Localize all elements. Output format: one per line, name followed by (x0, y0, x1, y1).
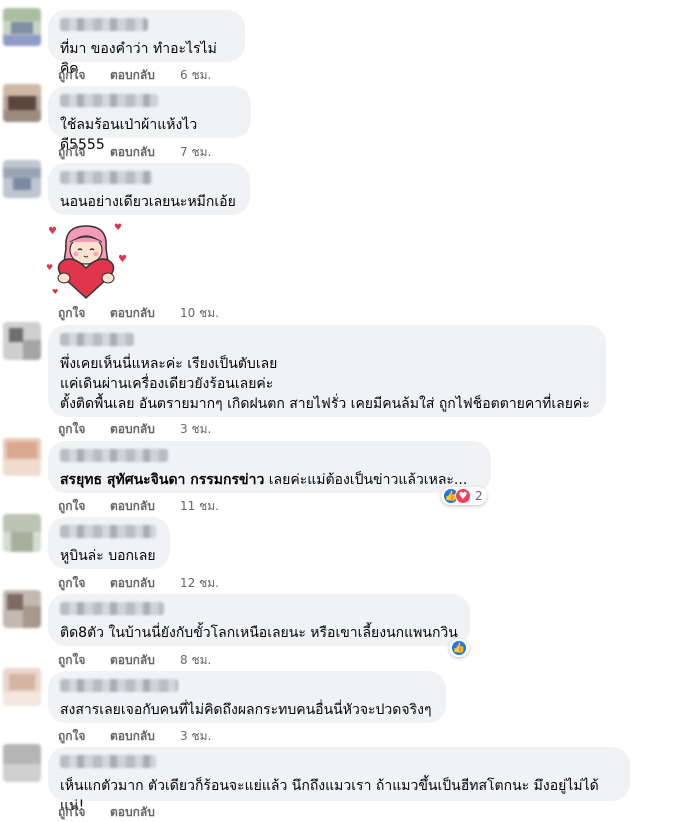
comment-bubble: หูบินล่ะ บอกเลย (48, 517, 170, 569)
timestamp[interactable]: 11 ชม. (180, 497, 219, 516)
girl-holding-heart-sticker: ♥ ♥ ♥ ♥ ♥ (46, 223, 127, 300)
avatar[interactable] (3, 160, 41, 198)
comment-body: เลยค่ะแม่ต้องเป็นข่าวแล้วเหละ... (268, 472, 468, 488)
comment-bubble: เห็นแกตัวมาก ตัวเดียวก็ร้อนจะแย่แล้ว นึก… (48, 747, 630, 814)
like-button[interactable]: ถูกใจ (58, 66, 110, 85)
svg-text:♥: ♥ (46, 263, 53, 272)
author-name-blurred[interactable] (60, 94, 158, 107)
svg-text:♥: ♥ (114, 223, 122, 233)
like-button[interactable]: ถูกใจ (58, 304, 110, 323)
comment-text: สรยุทธ สุทัศนะจินดา กรรมกรข่าว เลยค่ะแม่… (60, 470, 479, 490)
avatar[interactable] (3, 438, 41, 476)
timestamp[interactable]: 8 ชม. (180, 651, 211, 670)
reply-button[interactable]: ตอบกลับ (110, 574, 180, 593)
comment-bubble: สรยุทธ สุทัศนะจินดา กรรมกรข่าว เลยค่ะแม่… (48, 441, 491, 493)
comment-actions: ถูกใจ ตอบกลับ (58, 803, 180, 822)
svg-text:♥: ♥ (52, 288, 58, 296)
comment-bubble: สงสารเลยเจอกับคนที่ไม่คิดถึงผลกระทบคนอื่… (48, 671, 446, 723)
reaction-summary[interactable]: 👍 ♥ 2 (441, 487, 487, 505)
reply-button[interactable]: ตอบกลับ (110, 143, 180, 162)
comment-actions: ถูกใจ ตอบกลับ 12 ชม. (58, 574, 219, 593)
author-name-blurred[interactable] (60, 679, 178, 692)
timestamp[interactable]: 3 ชม. (180, 727, 211, 746)
author-name-blurred[interactable] (60, 755, 156, 768)
reply-button[interactable]: ตอบกลับ (110, 651, 180, 670)
avatar[interactable] (3, 590, 41, 628)
like-button[interactable]: ถูกใจ (58, 651, 110, 670)
tagged-author[interactable]: สรยุทธ สุทัศนะจินดา กรรมกรข่าว (60, 472, 264, 488)
timestamp[interactable]: 12 ชม. (180, 574, 219, 593)
like-button[interactable]: ถูกใจ (58, 803, 110, 822)
author-name-blurred[interactable] (60, 449, 168, 462)
avatar[interactable] (3, 744, 41, 782)
reply-button[interactable]: ตอบกลับ (110, 66, 180, 85)
reply-button[interactable]: ตอบกลับ (110, 304, 180, 323)
comment-bubble: ที่มา ของคำว่า ทำอะไรไม่คิด (48, 10, 245, 77)
timestamp[interactable]: 7 ชม. (180, 143, 211, 162)
avatar[interactable] (3, 668, 41, 706)
comment-bubble: ใช้ลมร้อนเป่าผ้าแห้งไวดี5555 (48, 86, 251, 153)
like-button[interactable]: ถูกใจ (58, 574, 110, 593)
like-button[interactable]: ถูกใจ (58, 727, 110, 746)
reply-button[interactable]: ตอบกลับ (110, 803, 180, 822)
reaction-count: 2 (475, 489, 483, 503)
like-button[interactable]: ถูกใจ (58, 497, 110, 516)
comment-bubble: พึ่งเคยเห็นนี่แหละค่ะ เรียงเป็นตับเลย แค… (48, 325, 606, 417)
comment-text: นอนอย่างเดียวเลยนะหมีกเอ้ย (60, 194, 236, 210)
comment-actions: ถูกใจ ตอบกลับ 3 ชม. (58, 727, 211, 746)
like-button[interactable]: ถูกใจ (58, 420, 110, 439)
reply-button[interactable]: ตอบกลับ (110, 727, 180, 746)
love-reaction-icon: ♥ (455, 488, 471, 504)
timestamp[interactable]: 10 ชม. (180, 304, 219, 323)
comment-actions: ถูกใจ ตอบกลับ 7 ชม. (58, 143, 211, 162)
author-name-blurred[interactable] (60, 171, 152, 184)
like-button[interactable]: ถูกใจ (58, 143, 110, 162)
comment-actions: ถูกใจ ตอบกลับ 8 ชม. (58, 651, 211, 670)
timestamp[interactable]: 6 ชม. (180, 66, 211, 85)
comment-text: ติด8ตัว ในบ้านนี่ยังกับขั้วโลกเหนือเลยนะ… (60, 625, 458, 641)
comment-actions: ถูกใจ ตอบกลับ 11 ชม. (58, 497, 219, 516)
comment-text: หูบินล่ะ บอกเลย (60, 548, 156, 564)
timestamp[interactable]: 3 ชม. (180, 420, 211, 439)
svg-text:♥: ♥ (118, 254, 127, 265)
avatar[interactable] (3, 514, 41, 552)
avatar[interactable] (3, 322, 41, 360)
author-name-blurred[interactable] (60, 333, 134, 346)
comment-bubble: ติด8ตัว ในบ้านนี่ยังกับขั้วโลกเหนือเลยนะ… (48, 594, 470, 646)
avatar[interactable] (3, 8, 41, 46)
author-name-blurred[interactable] (60, 525, 156, 538)
comment-actions: ถูกใจ ตอบกลับ 10 ชม. (58, 304, 219, 323)
comment-actions: ถูกใจ ตอบกลับ 3 ชม. (58, 420, 211, 439)
comment-actions: ถูกใจ ตอบกลับ 6 ชม. (58, 66, 211, 85)
comment-bubble: นอนอย่างเดียวเลยนะหมีกเอ้ย (48, 163, 250, 215)
author-name-blurred[interactable] (60, 602, 164, 615)
comment-text: สงสารเลยเจอกับคนที่ไม่คิดถึงผลกระทบคนอื่… (60, 702, 432, 718)
like-reaction-icon: 👍 (451, 640, 467, 656)
reply-button[interactable]: ตอบกลับ (110, 497, 180, 516)
avatar[interactable] (3, 84, 41, 122)
comment-text: พึ่งเคยเห็นนี่แหละค่ะ เรียงเป็นตับเลย แค… (60, 356, 590, 412)
reaction-summary[interactable]: 👍 (449, 639, 469, 657)
author-name-blurred[interactable] (60, 18, 148, 31)
svg-text:♥: ♥ (48, 226, 57, 237)
reply-button[interactable]: ตอบกลับ (110, 420, 180, 439)
